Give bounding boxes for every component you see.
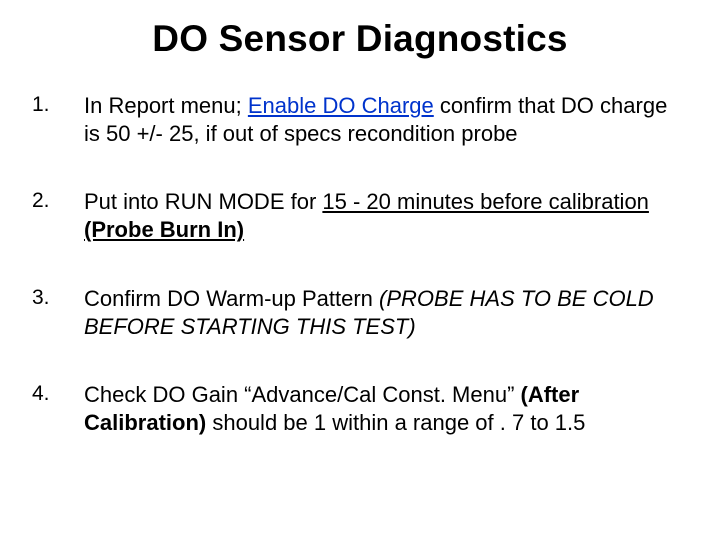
step-3-lead: Confirm DO Warm-up Pattern bbox=[84, 286, 379, 311]
step-number: 4. bbox=[32, 381, 72, 408]
page-title: DO Sensor Diagnostics bbox=[32, 18, 688, 60]
steps-list: 1. In Report menu; Enable DO Charge conf… bbox=[32, 92, 688, 437]
step-4: 4. Check DO Gain “Advance/Cal Const. Men… bbox=[32, 381, 688, 437]
step-number: 1. bbox=[32, 92, 72, 119]
step-4-c: should be 1 within a range of . 7 to 1.5 bbox=[206, 410, 585, 435]
step-2-pre: Put into RUN MODE for bbox=[84, 189, 322, 214]
step-1: 1. In Report menu; Enable DO Charge conf… bbox=[32, 92, 688, 148]
step-4-a: Check DO Gain “Advance/Cal Const. Menu” bbox=[84, 382, 521, 407]
slide: DO Sensor Diagnostics 1. In Report menu;… bbox=[0, 0, 720, 540]
step-2-timing: 15 - 20 minutes before calibration bbox=[322, 189, 649, 214]
step-number: 3. bbox=[32, 285, 72, 312]
enable-do-charge-link[interactable]: Enable DO Charge bbox=[248, 93, 434, 118]
step-1-pre: In Report menu; bbox=[84, 93, 248, 118]
step-number: 2. bbox=[32, 188, 72, 215]
step-2-label: (Probe Burn In) bbox=[84, 217, 244, 242]
step-3: 3. Confirm DO Warm-up Pattern (PROBE HAS… bbox=[32, 285, 688, 341]
step-2: 2. Put into RUN MODE for 15 - 20 minutes… bbox=[32, 188, 688, 244]
